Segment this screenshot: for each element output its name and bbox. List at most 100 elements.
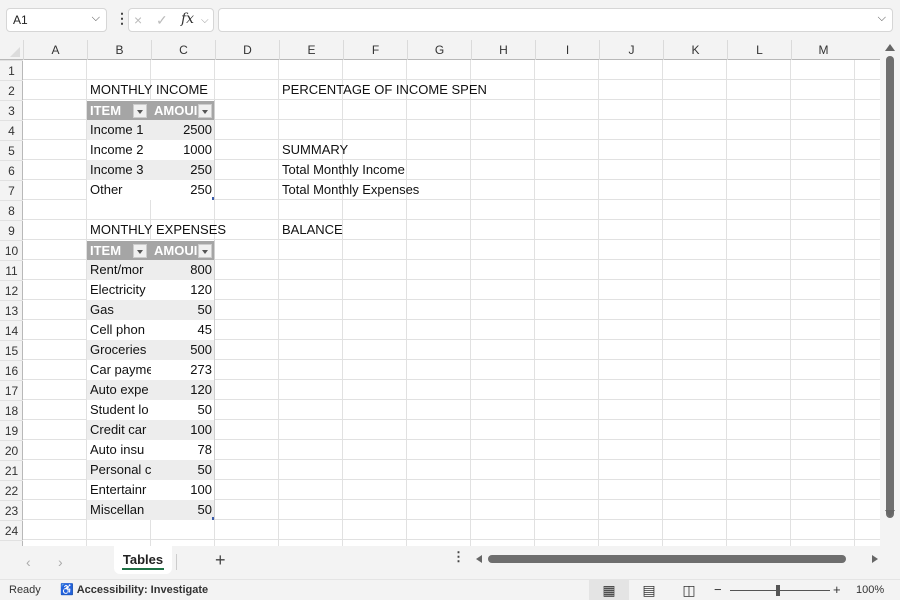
column-header-h[interactable]: H — [471, 40, 535, 60]
row-header-11[interactable]: 11 — [0, 260, 23, 280]
row-header-4[interactable]: 4 — [0, 120, 23, 140]
zoom-out-button[interactable]: − — [714, 582, 722, 597]
zoom-in-button[interactable]: + — [833, 582, 841, 597]
column-header-a[interactable]: A — [23, 40, 87, 60]
income-amount-cell[interactable]: 250 — [151, 160, 215, 180]
row-header-8[interactable]: 8 — [0, 200, 23, 220]
income-amount-cell[interactable]: 1000 — [151, 140, 215, 160]
summary-title[interactable]: SUMMARY — [279, 140, 407, 160]
expenses-item-cell[interactable]: Miscellan — [87, 500, 151, 520]
chevron-down-icon[interactable]: ⌵ — [92, 12, 100, 25]
row-header-14[interactable]: 14 — [0, 320, 23, 340]
income-item-cell[interactable]: Income 2 — [87, 140, 151, 160]
expenses-item-cell[interactable]: Rent/mor — [87, 260, 151, 280]
column-header-l[interactable]: L — [727, 40, 791, 60]
column-header-b[interactable]: B — [87, 40, 151, 60]
row-header-5[interactable]: 5 — [0, 140, 23, 160]
filter-dropdown-icon[interactable] — [198, 244, 212, 258]
expenses-item-cell[interactable]: Student lo — [87, 400, 151, 420]
expenses-amount-cell[interactable]: 45 — [151, 320, 215, 340]
expenses-title[interactable]: MONTHLY EXPENSES — [87, 220, 226, 240]
expenses-item-cell[interactable]: Entertainr — [87, 480, 151, 500]
percentage-title[interactable]: PERCENTAGE OF INCOME SPEN — [279, 80, 487, 100]
balance-label[interactable]: BALANCE — [279, 220, 407, 240]
next-sheet-icon[interactable]: › — [58, 554, 63, 570]
income-amount-cell[interactable]: 250 — [151, 180, 215, 200]
expenses-header-item[interactable]: ITEM — [87, 240, 151, 260]
formula-input[interactable]: ⌵ — [218, 8, 893, 32]
filter-dropdown-icon[interactable] — [133, 104, 147, 118]
income-item-cell[interactable]: Income 1 — [87, 120, 151, 140]
row-header-22[interactable]: 22 — [0, 480, 23, 500]
row-header-16[interactable]: 16 — [0, 360, 23, 380]
normal-view-button[interactable]: ▦ — [589, 580, 629, 600]
row-header-10[interactable]: 10 — [0, 240, 23, 260]
expenses-amount-cell[interactable]: 120 — [151, 280, 215, 300]
row-header-17[interactable]: 17 — [0, 380, 23, 400]
column-header-m[interactable]: M — [791, 40, 855, 60]
expenses-item-cell[interactable]: Electricity — [87, 280, 151, 300]
row-header-2[interactable]: 2 — [0, 80, 23, 100]
accessibility-button[interactable]: ♿ Accessibility: Investigate — [60, 583, 208, 596]
expenses-amount-cell[interactable]: 50 — [151, 460, 215, 480]
expenses-amount-cell[interactable]: 100 — [151, 480, 215, 500]
sheet-tab-tables[interactable]: Tables — [114, 546, 172, 574]
expenses-amount-cell[interactable]: 78 — [151, 440, 215, 460]
expenses-amount-cell[interactable]: 273 — [151, 360, 215, 380]
scroll-left-icon[interactable] — [476, 555, 482, 563]
row-header-20[interactable]: 20 — [0, 440, 23, 460]
horizontal-scroll-thumb[interactable] — [488, 555, 846, 563]
income-item-cell[interactable]: Income 3 — [87, 160, 151, 180]
horizontal-scrollbar[interactable] — [472, 552, 884, 566]
expenses-amount-cell[interactable]: 120 — [151, 380, 215, 400]
row-header-12[interactable]: 12 — [0, 280, 23, 300]
expenses-item-cell[interactable]: Cell phon — [87, 320, 151, 340]
page-break-preview-button[interactable]: ◫ — [669, 580, 709, 600]
column-header-g[interactable]: G — [407, 40, 471, 60]
row-header-6[interactable]: 6 — [0, 160, 23, 180]
vertical-scrollbar[interactable] — [880, 40, 900, 526]
column-header-f[interactable]: F — [343, 40, 407, 60]
zoom-slider-handle[interactable] — [776, 585, 780, 596]
column-header-e[interactable]: E — [279, 40, 343, 60]
expenses-item-cell[interactable]: Auto expe — [87, 380, 151, 400]
tab-options-icon[interactable]: ⋮ — [452, 550, 465, 563]
column-header-k[interactable]: K — [663, 40, 727, 60]
expenses-amount-cell[interactable]: 800 — [151, 260, 215, 280]
income-header-amount[interactable]: AMOUI — [151, 100, 215, 120]
zoom-slider[interactable] — [730, 590, 830, 591]
scroll-down-icon[interactable] — [885, 510, 895, 517]
cell-area[interactable]: MONTHLY INCOME ITEM AMOUI Income 1 2500 In… — [23, 60, 880, 546]
column-header-j[interactable]: J — [599, 40, 663, 60]
expenses-header-amount[interactable]: AMOUI — [151, 240, 215, 260]
expenses-amount-cell[interactable]: 50 — [151, 400, 215, 420]
row-header-18[interactable]: 18 — [0, 400, 23, 420]
income-amount-cell[interactable]: 2500 — [151, 120, 215, 140]
row-header-24[interactable]: 24 — [0, 520, 23, 540]
column-header-i[interactable]: I — [535, 40, 599, 60]
cancel-icon[interactable]: × — [134, 12, 142, 28]
expenses-amount-cell[interactable]: 50 — [151, 300, 215, 320]
add-sheet-icon[interactable]: + — [215, 550, 226, 571]
expenses-item-cell[interactable]: Credit car — [87, 420, 151, 440]
scroll-up-icon[interactable] — [885, 44, 895, 51]
more-options-icon[interactable]: ⋮ — [115, 11, 129, 25]
scroll-right-icon[interactable] — [872, 555, 878, 563]
expenses-item-cell[interactable]: Car payme — [87, 360, 151, 380]
insert-function-icon[interactable]: fx — [181, 11, 194, 27]
total-income-label[interactable]: Total Monthly Income — [279, 160, 407, 180]
expenses-item-cell[interactable]: Auto insu — [87, 440, 151, 460]
expenses-amount-cell[interactable]: 100 — [151, 420, 215, 440]
row-header-9[interactable]: 9 — [0, 220, 23, 240]
page-layout-button[interactable]: ▤ — [629, 580, 669, 600]
income-header-item[interactable]: ITEM — [87, 100, 151, 120]
prev-sheet-icon[interactable]: ‹ — [26, 554, 31, 570]
total-expenses-label[interactable]: Total Monthly Expenses — [279, 180, 419, 200]
vertical-scroll-thumb[interactable] — [886, 56, 894, 518]
income-title[interactable]: MONTHLY INCOME — [87, 80, 215, 100]
expenses-item-cell[interactable]: Personal c — [87, 460, 151, 480]
row-header-7[interactable]: 7 — [0, 180, 23, 200]
expenses-amount-cell[interactable]: 500 — [151, 340, 215, 360]
row-header-15[interactable]: 15 — [0, 340, 23, 360]
row-header-1[interactable]: 1 — [0, 60, 23, 80]
